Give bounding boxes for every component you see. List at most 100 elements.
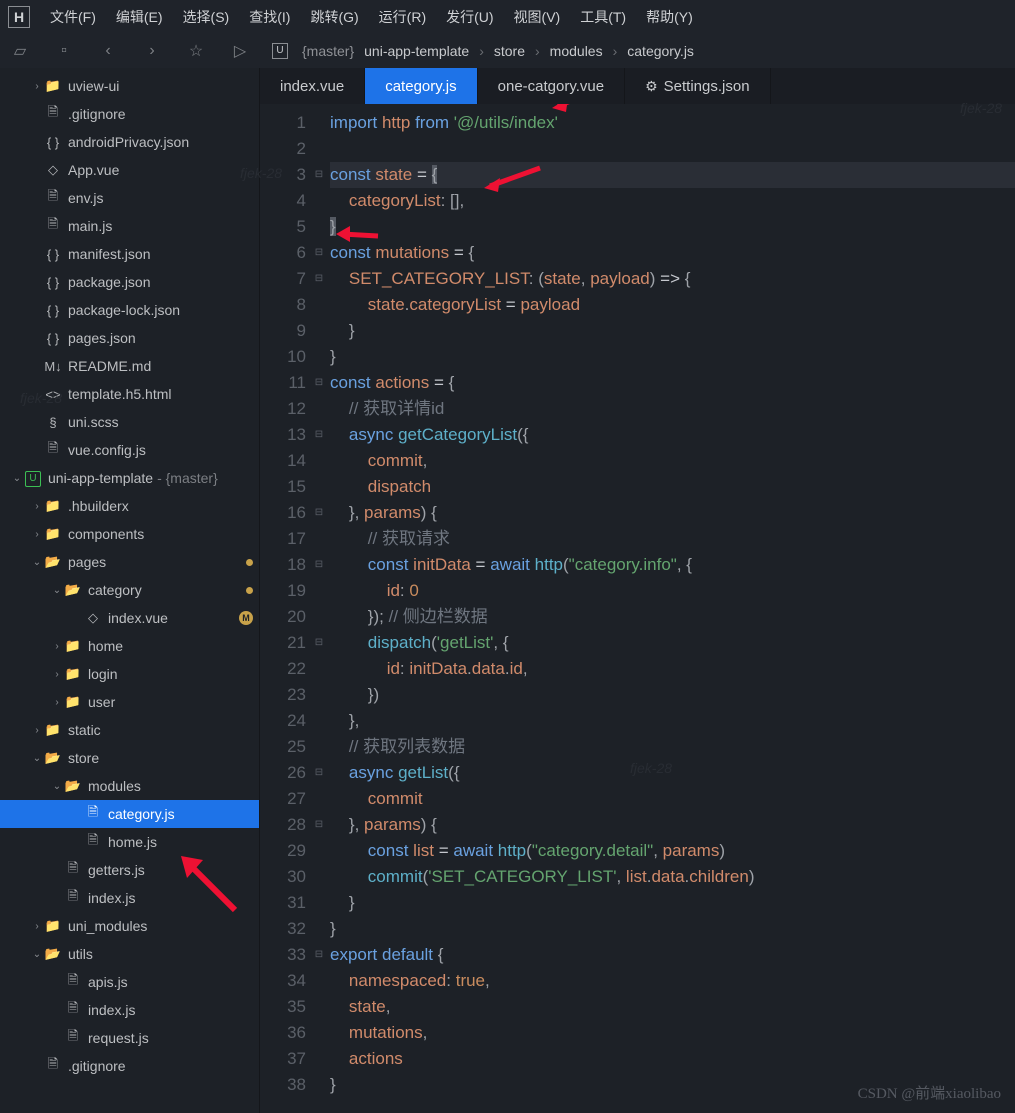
- tree-row[interactable]: ◇App.vue: [0, 156, 259, 184]
- editor-tab[interactable]: category.js: [365, 68, 477, 104]
- tree-label: index.js: [88, 890, 135, 906]
- chevron-icon[interactable]: ›: [30, 921, 44, 932]
- modified-badge: [246, 587, 253, 594]
- tree-row[interactable]: 🗎main.js: [0, 212, 259, 240]
- chevron-icon[interactable]: ›: [50, 669, 64, 680]
- chevron-icon[interactable]: ⌄: [30, 557, 44, 568]
- menu-item[interactable]: 选择(S): [173, 7, 240, 27]
- code-editor[interactable]: 1234567891011121314151617181920212223242…: [260, 104, 1015, 1113]
- tree-row[interactable]: { }package.json: [0, 268, 259, 296]
- tree-row[interactable]: 🗎getters.js: [0, 856, 259, 884]
- chevron-icon[interactable]: ›: [30, 529, 44, 540]
- js-icon: 🗎: [64, 971, 82, 993]
- menu-item[interactable]: 编辑(E): [106, 7, 173, 27]
- chevron-icon[interactable]: ⌄: [30, 753, 44, 764]
- save-icon[interactable]: ▫: [52, 42, 76, 60]
- js-icon: 🗎: [64, 1027, 82, 1049]
- tree-row[interactable]: { }androidPrivacy.json: [0, 128, 259, 156]
- tab-label: category.js: [385, 78, 456, 95]
- tree-label: .gitignore: [68, 1058, 126, 1074]
- tree-row[interactable]: { }manifest.json: [0, 240, 259, 268]
- tree-row[interactable]: { }package-lock.json: [0, 296, 259, 324]
- tree-row[interactable]: ⌄📂modules: [0, 772, 259, 800]
- tree-row[interactable]: ⌄📂store: [0, 744, 259, 772]
- chevron-icon[interactable]: ⌄: [50, 585, 64, 596]
- tree-row[interactable]: 🗎.gitignore: [0, 1052, 259, 1080]
- breadcrumb-project[interactable]: uni-app-template: [364, 43, 469, 59]
- chevron-icon[interactable]: ›: [50, 641, 64, 652]
- breadcrumb-segment[interactable]: modules: [550, 43, 603, 59]
- tree-label: category: [88, 582, 142, 598]
- menu-item[interactable]: 跳转(G): [300, 7, 368, 27]
- tree-row[interactable]: ⌄Uuni-app-template - {master}: [0, 464, 259, 492]
- editor-tab[interactable]: one-catgory.vue: [478, 68, 625, 104]
- menu-item[interactable]: 运行(R): [369, 7, 436, 27]
- breadcrumb-branch: {master}: [302, 43, 354, 59]
- tree-label: App.vue: [68, 162, 119, 178]
- new-window-icon[interactable]: ▱: [8, 41, 32, 61]
- js-icon: 🗎: [44, 439, 62, 461]
- tree-row[interactable]: 🗎apis.js: [0, 968, 259, 996]
- menu-item[interactable]: 视图(V): [504, 7, 571, 27]
- tree-row[interactable]: ›📁components: [0, 520, 259, 548]
- code-source[interactable]: import http from '@/utils/index'const st…: [326, 104, 1015, 1113]
- tree-row[interactable]: ⌄📂pages: [0, 548, 259, 576]
- tree-row[interactable]: ⌄📂category: [0, 576, 259, 604]
- chevron-icon[interactable]: ›: [30, 725, 44, 736]
- chevron-icon[interactable]: ⌄: [50, 781, 64, 792]
- menu-item[interactable]: 工具(T): [570, 7, 636, 27]
- star-icon[interactable]: ☆: [184, 41, 208, 61]
- tree-row[interactable]: 🗎request.js: [0, 1024, 259, 1052]
- md-icon: M↓: [44, 359, 62, 374]
- tree-row[interactable]: ›📁static: [0, 716, 259, 744]
- tree-row[interactable]: ›📁user: [0, 688, 259, 716]
- tree-row[interactable]: 🗎home.js: [0, 828, 259, 856]
- editor-tab[interactable]: ⚙Settings.json: [625, 68, 770, 104]
- chevron-icon[interactable]: ⌄: [10, 473, 24, 484]
- tree-row[interactable]: 🗎.gitignore: [0, 100, 259, 128]
- menu-item[interactable]: 文件(F): [40, 7, 106, 27]
- tree-row[interactable]: ›📁uview-ui: [0, 72, 259, 100]
- tree-row[interactable]: ⌄📂utils: [0, 940, 259, 968]
- folder-icon: 📁: [44, 526, 62, 542]
- chevron-icon[interactable]: ›: [50, 697, 64, 708]
- js-icon: 🗎: [44, 215, 62, 237]
- tree-row[interactable]: 🗎index.js: [0, 996, 259, 1024]
- folder-icon: 📁: [44, 498, 62, 514]
- tree-row[interactable]: { }pages.json: [0, 324, 259, 352]
- tree-row[interactable]: 🗎category.js: [0, 800, 259, 828]
- editor-tab[interactable]: index.vue: [260, 68, 365, 104]
- tree-row[interactable]: ◇index.vueM: [0, 604, 259, 632]
- menu-item[interactable]: 查找(I): [239, 7, 300, 27]
- tree-row[interactable]: 🗎vue.config.js: [0, 436, 259, 464]
- tree-row[interactable]: 🗎index.js: [0, 884, 259, 912]
- tree-row[interactable]: §uni.scss: [0, 408, 259, 436]
- tree-label: home: [88, 638, 123, 654]
- tree-label: index.js: [88, 1002, 135, 1018]
- run-icon[interactable]: ▷: [228, 41, 252, 61]
- nav-forward-icon[interactable]: ›: [140, 42, 164, 60]
- tree-row[interactable]: ›📁.hbuilderx: [0, 492, 259, 520]
- app-logo: H: [8, 6, 30, 28]
- breadcrumb-sep: ›: [613, 43, 618, 59]
- chevron-icon[interactable]: ›: [30, 81, 44, 92]
- fold-column[interactable]: ⊟⊟⊟⊟⊟⊟⊟⊟⊟⊟⊟: [312, 104, 326, 1113]
- tree-row[interactable]: ›📁login: [0, 660, 259, 688]
- tree-row[interactable]: <>template.h5.html: [0, 380, 259, 408]
- tree-row[interactable]: ›📁home: [0, 632, 259, 660]
- tree-row[interactable]: 🗎env.js: [0, 184, 259, 212]
- json-icon: { }: [44, 135, 62, 150]
- menu-item[interactable]: 发行(U): [436, 7, 503, 27]
- breadcrumb-segment[interactable]: store: [494, 43, 525, 59]
- tree-row[interactable]: M↓README.md: [0, 352, 259, 380]
- tree-row[interactable]: ›📁uni_modules: [0, 912, 259, 940]
- chevron-icon[interactable]: ›: [30, 501, 44, 512]
- breadcrumb-sep: ›: [535, 43, 540, 59]
- tree-label: home.js: [108, 834, 157, 850]
- file-explorer: ›📁uview-ui🗎.gitignore{ }androidPrivacy.j…: [0, 68, 260, 1113]
- menu-item[interactable]: 帮助(Y): [636, 7, 703, 27]
- chevron-icon[interactable]: ⌄: [30, 949, 44, 960]
- breadcrumb-segment[interactable]: category.js: [627, 43, 694, 59]
- project-icon: U: [272, 43, 288, 59]
- nav-back-icon[interactable]: ‹: [96, 42, 120, 60]
